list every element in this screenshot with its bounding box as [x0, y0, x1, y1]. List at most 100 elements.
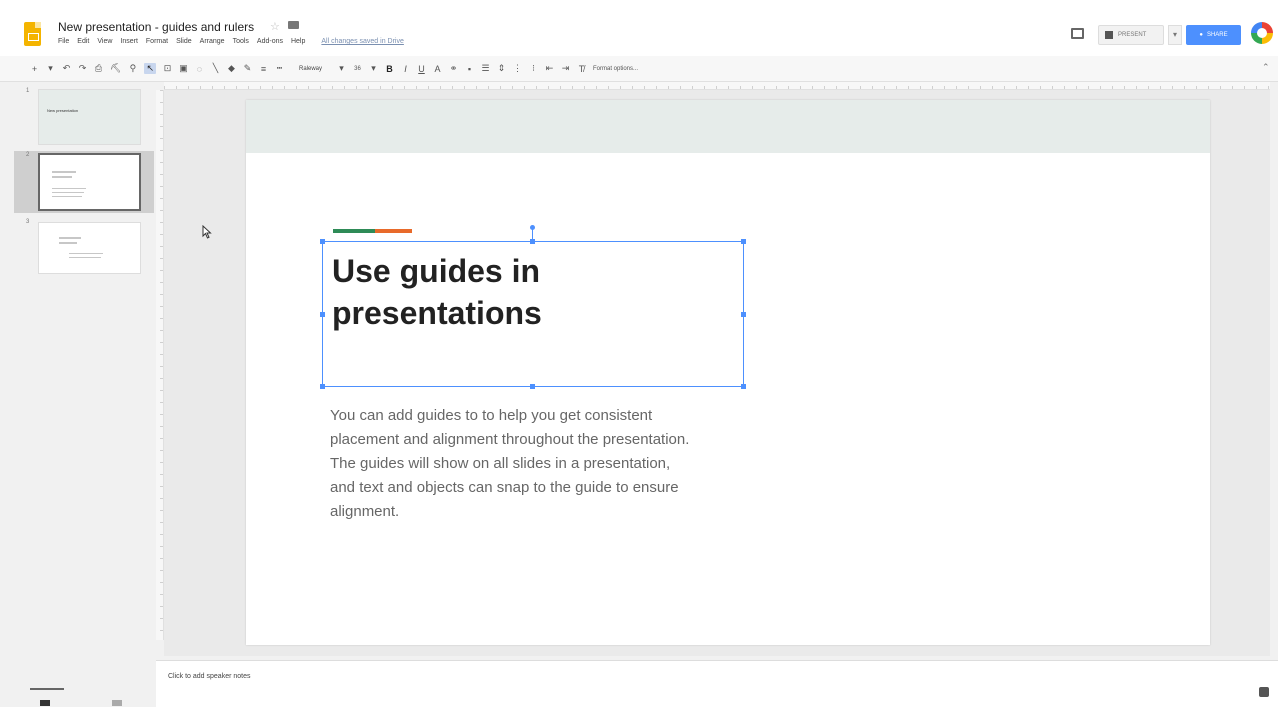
resize-handle-bottom-right[interactable]: [741, 384, 746, 389]
explore-icon[interactable]: [1259, 687, 1269, 697]
shape-icon[interactable]: ◌: [195, 64, 204, 74]
speaker-notes-placeholder[interactable]: Click to add speaker notes: [168, 673, 251, 680]
thumbnail-line: [69, 257, 101, 258]
comments-icon[interactable]: [1071, 28, 1084, 39]
slide-filmstrip: 1 New presentation 2 3: [0, 82, 154, 706]
border-dash-icon[interactable]: ┅: [275, 63, 284, 74]
menu-help[interactable]: Help: [291, 38, 305, 45]
star-icon[interactable]: ☆: [270, 20, 280, 33]
app-header: New presentation - guides and rulers ☆ F…: [0, 0, 1278, 56]
present-dropdown-icon[interactable]: ▾: [1168, 25, 1182, 45]
slide-body-text[interactable]: You can add guides to to help you get co…: [330, 404, 690, 524]
resize-handle-left[interactable]: [320, 312, 325, 317]
thumbnail-line: [52, 171, 76, 173]
text-box-icon[interactable]: ⊡: [163, 63, 172, 74]
document-title[interactable]: New presentation - guides and rulers: [58, 20, 254, 34]
font-size-select[interactable]: 36: [353, 66, 362, 72]
link-icon[interactable]: ⚭: [449, 63, 458, 74]
menu-bar: File Edit View Insert Format Slide Arran…: [58, 38, 404, 45]
thumbnail-line: [69, 253, 103, 254]
redo-icon[interactable]: ↷: [78, 63, 87, 74]
horizontal-ruler[interactable]: [164, 82, 1270, 90]
line-spacing-icon[interactable]: ⇕: [497, 63, 506, 74]
menu-slide[interactable]: Slide: [176, 38, 192, 45]
menu-insert[interactable]: Insert: [120, 38, 138, 45]
lock-icon: ●: [1199, 32, 1203, 38]
font-size-dropdown-icon[interactable]: ▾: [369, 63, 378, 74]
present-label: PRESENT: [1118, 32, 1147, 38]
image-icon[interactable]: ▣: [179, 63, 188, 74]
slide-header-band: [246, 100, 1210, 153]
slides-app: New presentation - guides and rulers ☆ F…: [0, 0, 1278, 707]
menu-file[interactable]: File: [58, 38, 69, 45]
format-options-button[interactable]: Format options...: [593, 66, 638, 72]
resize-handle-top[interactable]: [530, 239, 535, 244]
resize-handle-top-right[interactable]: [741, 239, 746, 244]
filmstrip-view-icon[interactable]: [40, 700, 50, 706]
thumbnail-line: [52, 188, 86, 189]
present-button[interactable]: PRESENT: [1098, 25, 1164, 45]
thumbnail-line: [59, 242, 77, 244]
speaker-notes[interactable]: Click to add speaker notes: [156, 660, 1278, 707]
slide-thumbnail-1[interactable]: New presentation: [38, 89, 141, 145]
bulleted-list-icon[interactable]: ⁝: [529, 63, 538, 74]
slide-title[interactable]: Use guides in presentations: [332, 250, 732, 334]
select-icon[interactable]: ↖: [144, 63, 156, 74]
menu-tools[interactable]: Tools: [233, 38, 249, 45]
mouse-cursor-icon: [202, 225, 212, 239]
slide-canvas[interactable]: Use guides in presentations You can add …: [246, 100, 1210, 645]
increase-indent-icon[interactable]: ⇥: [561, 63, 570, 74]
print-icon[interactable]: ⎙: [94, 63, 103, 74]
font-family-dropdown-icon[interactable]: ▾: [337, 63, 346, 74]
line-icon[interactable]: ╲: [211, 63, 220, 74]
resize-handle-bottom[interactable]: [530, 384, 535, 389]
slide-number: 1: [26, 88, 30, 94]
menu-addons[interactable]: Add-ons: [257, 38, 283, 45]
bold-icon[interactable]: B: [385, 64, 394, 74]
fill-color-icon[interactable]: ◆: [227, 63, 236, 74]
rotate-handle[interactable]: [530, 225, 535, 230]
text-color-icon[interactable]: A: [433, 64, 442, 74]
resize-handle-bottom-left[interactable]: [320, 384, 325, 389]
thumbnail-line: [59, 237, 81, 239]
slide-thumbnail-3[interactable]: [38, 222, 141, 274]
menu-format[interactable]: Format: [146, 38, 168, 45]
slide-number: 3: [26, 219, 30, 225]
grid-view-icon[interactable]: [112, 700, 122, 706]
vertical-ruler[interactable]: [156, 90, 164, 640]
underline-icon[interactable]: U: [417, 64, 426, 74]
accent-bar-green[interactable]: [333, 229, 375, 233]
zoom-icon[interactable]: ⚲: [128, 63, 137, 74]
resize-handle-top-left[interactable]: [320, 239, 325, 244]
account-avatar[interactable]: [1251, 22, 1273, 44]
align-icon[interactable]: ☰: [481, 63, 490, 74]
border-weight-icon[interactable]: ≡: [259, 64, 268, 74]
new-slide-icon[interactable]: +: [30, 64, 39, 74]
resize-handle-right[interactable]: [741, 312, 746, 317]
slide-thumbnail-2[interactable]: [38, 153, 141, 211]
slides-logo-icon[interactable]: [24, 22, 41, 46]
font-family-select[interactable]: Raleway: [291, 66, 330, 72]
comment-icon[interactable]: ▪: [465, 64, 474, 74]
share-label: SHARE: [1206, 32, 1228, 38]
thumbnail-line: [52, 176, 72, 178]
share-button[interactable]: ● SHARE: [1186, 25, 1241, 45]
numbered-list-icon[interactable]: ⋮: [513, 63, 522, 74]
menu-arrange[interactable]: Arrange: [200, 38, 225, 45]
saved-status-link[interactable]: All changes saved in Drive: [321, 38, 404, 45]
clear-formatting-icon[interactable]: T̸: [577, 64, 586, 74]
italic-icon[interactable]: I: [401, 64, 410, 74]
slide-number: 2: [26, 152, 30, 158]
accent-bar-orange[interactable]: [375, 229, 412, 233]
menu-edit[interactable]: Edit: [77, 38, 89, 45]
thumbnail-line: [52, 196, 82, 197]
folder-icon[interactable]: [288, 21, 299, 29]
border-color-icon[interactable]: ✎: [243, 63, 252, 74]
collapse-menu-icon[interactable]: ⌃: [1262, 62, 1270, 73]
decrease-indent-icon[interactable]: ⇤: [545, 63, 554, 74]
menu-view[interactable]: View: [97, 38, 112, 45]
new-slide-dropdown-icon[interactable]: ▾: [46, 63, 55, 74]
paint-format-icon[interactable]: ⛏: [110, 63, 121, 74]
undo-icon[interactable]: ↶: [62, 63, 71, 74]
toolbar: + ▾ ↶ ↷ ⎙ ⛏ ⚲ ↖ ⊡ ▣ ◌ ╲ ◆ ✎ ≡ ┅ Raleway …: [0, 56, 1278, 82]
